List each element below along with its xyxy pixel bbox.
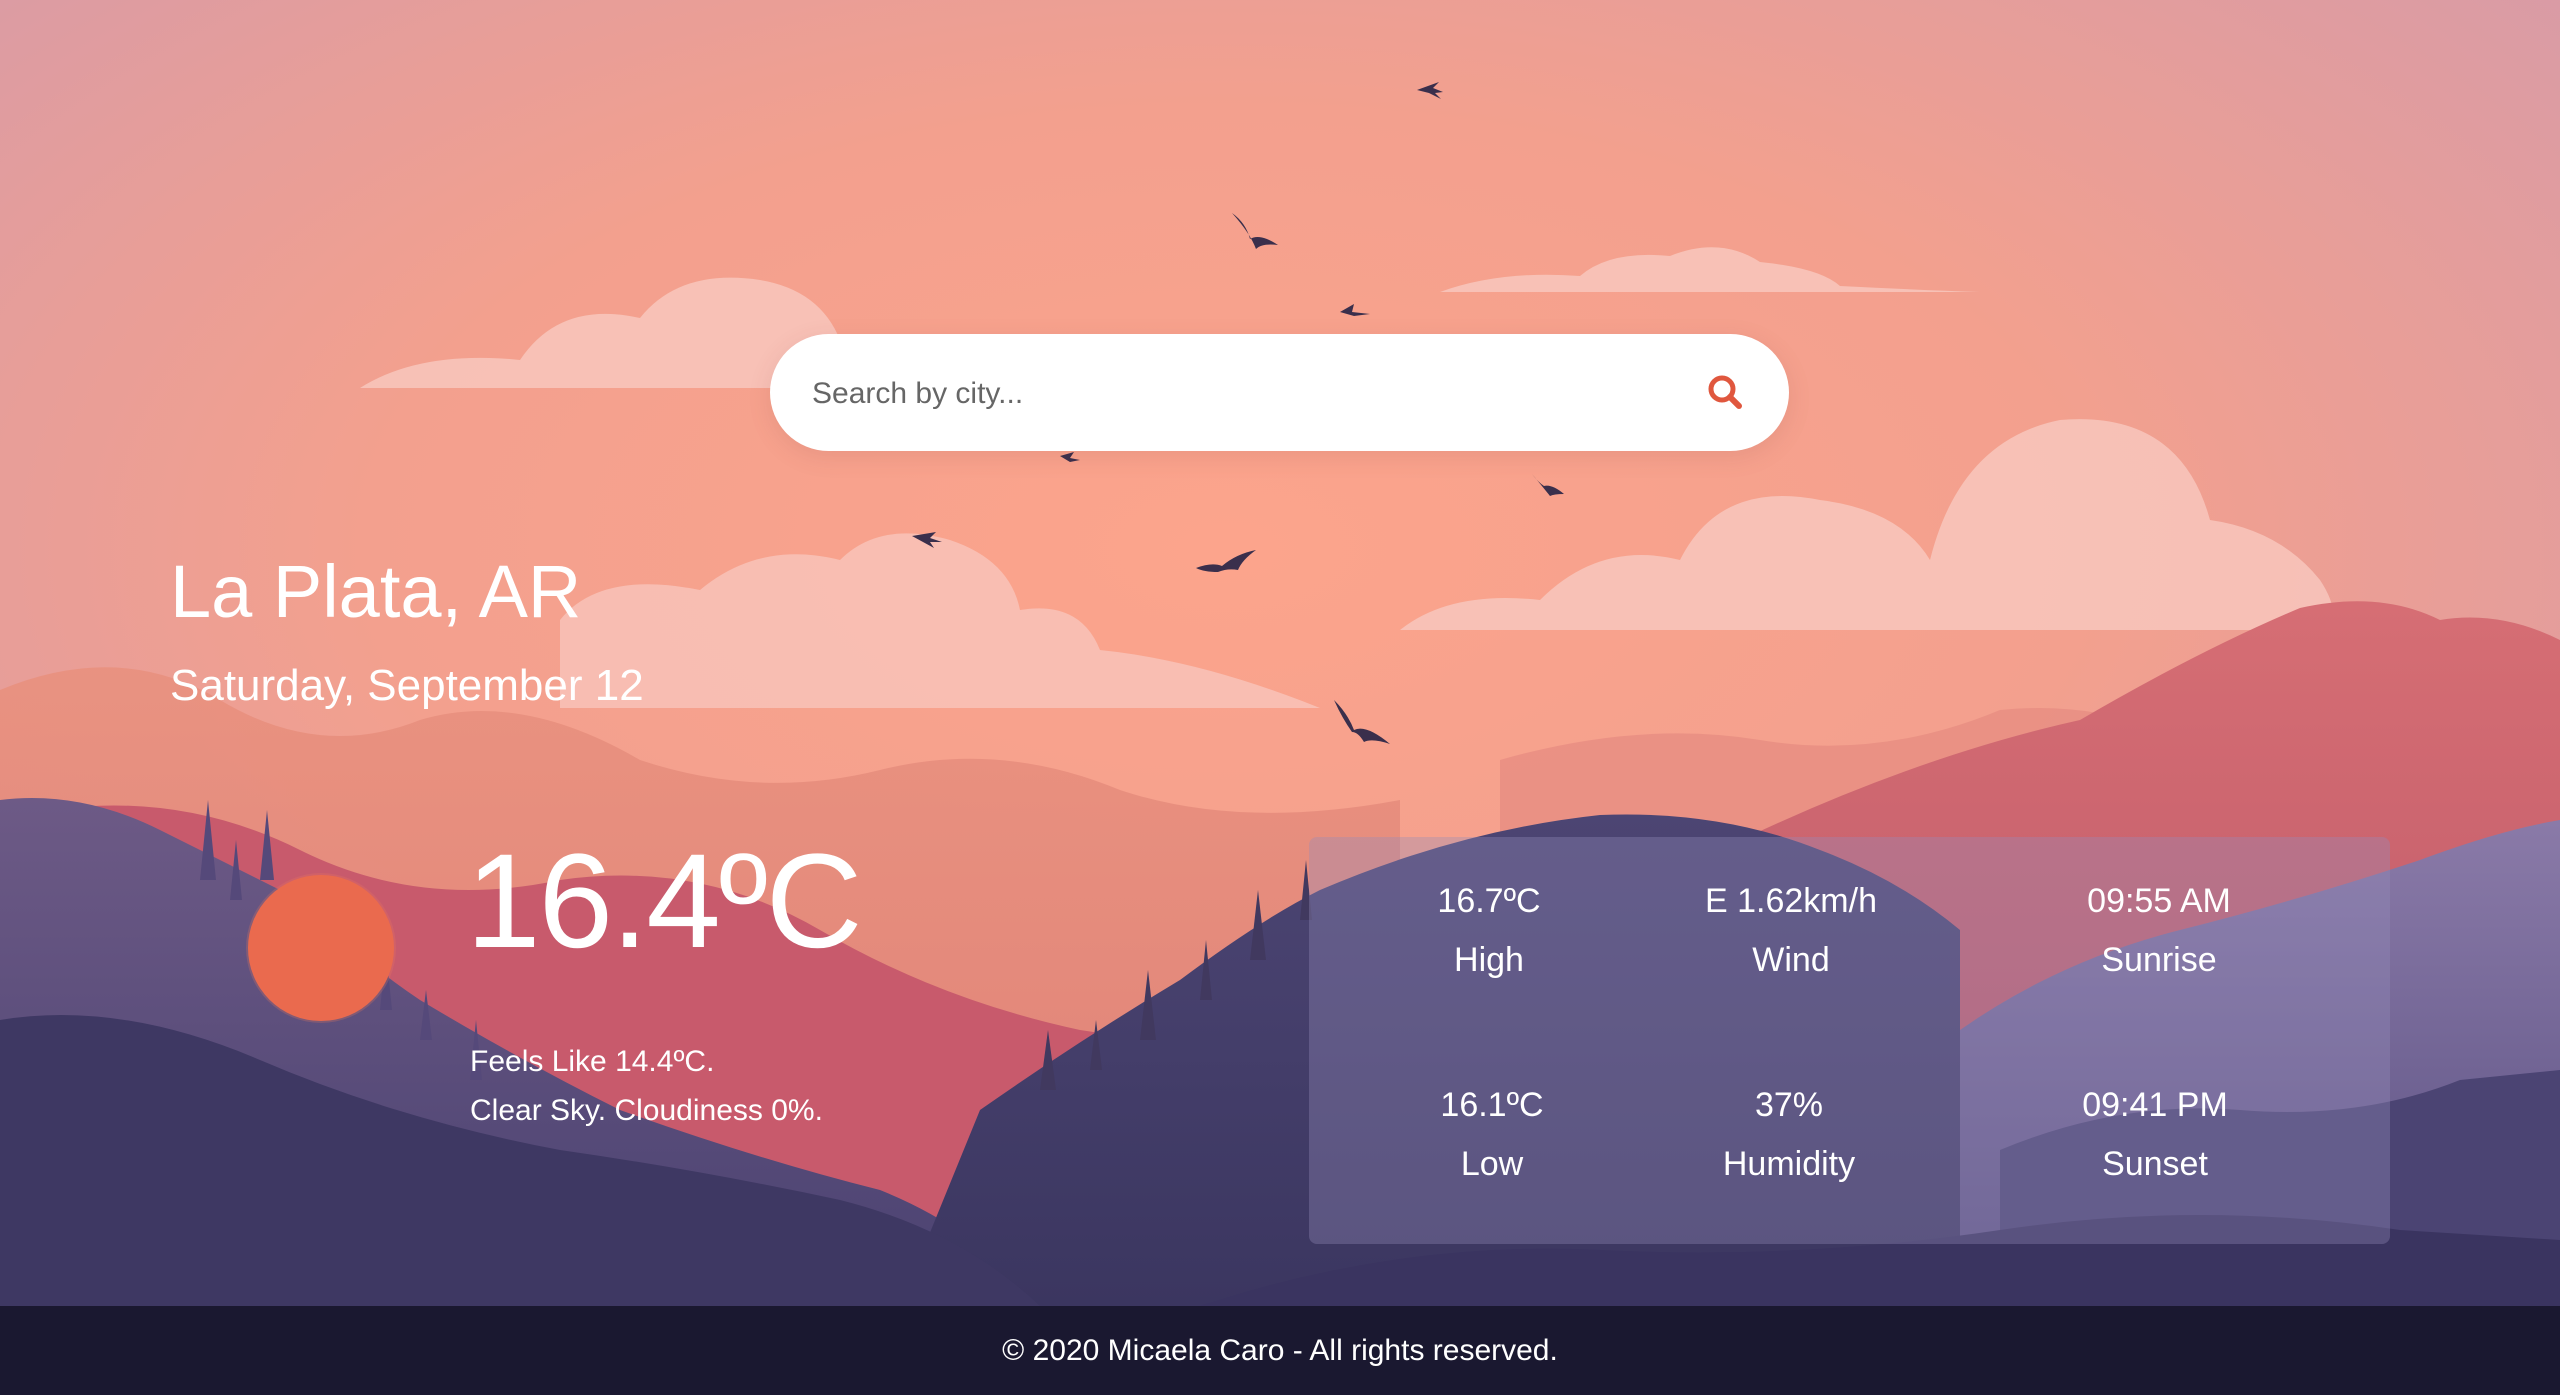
search-button[interactable] [1701, 368, 1751, 418]
stat-humidity: 37% Humidity [1639, 1085, 1939, 1185]
current-date: Saturday, September 12 [170, 661, 644, 710]
stat-label: Wind [1752, 940, 1830, 979]
weather-app: La Plata, AR Saturday, September 12 16.4… [0, 0, 2560, 1395]
stat-sunrise: 09:55 AM Sunrise [2009, 881, 2309, 981]
weather-description: Clear Sky. Cloudiness 0%. [470, 1094, 823, 1127]
sun-icon [248, 875, 394, 1021]
stat-value: 16.7ºC [1437, 882, 1541, 920]
stat-value: 16.1ºC [1440, 1086, 1544, 1124]
stat-sunset: 09:41 PM Sunset [2005, 1085, 2305, 1185]
weather-details-panel: 16.7ºC High E 1.62km/h Wind 09:55 AM Sun… [1309, 837, 2390, 1244]
stat-label: Humidity [1722, 1144, 1856, 1183]
stat-value: 37% [1754, 1086, 1824, 1124]
stat-value: E 1.62km/h [1705, 882, 1877, 920]
footer: © 2020 Micaela Caro - All rights reserve… [0, 1306, 2560, 1395]
city-name: La Plata, AR [170, 550, 582, 633]
stat-low: 16.1ºC Low [1342, 1085, 1642, 1185]
stat-wind: E 1.62km/h Wind [1641, 881, 1941, 981]
stat-label: High [1454, 940, 1524, 979]
feels-like: Feels Like 14.4ºC. [470, 1045, 715, 1078]
search-icon [1708, 375, 1742, 409]
stat-high: 16.7ºC High [1339, 881, 1639, 981]
stat-value: 09:41 PM [2082, 1086, 2228, 1124]
copyright-text: © 2020 Micaela Caro - All rights reserve… [1002, 1333, 1558, 1367]
search-input[interactable] [810, 334, 1694, 453]
stat-label: Sunset [2102, 1144, 2208, 1183]
search-bar [770, 334, 1789, 453]
stat-value: 09:55 AM [2087, 882, 2231, 920]
stat-label: Sunrise [2101, 940, 2217, 979]
current-temperature: 16.4ºC [466, 827, 863, 976]
stat-label: Low [1460, 1144, 1524, 1183]
